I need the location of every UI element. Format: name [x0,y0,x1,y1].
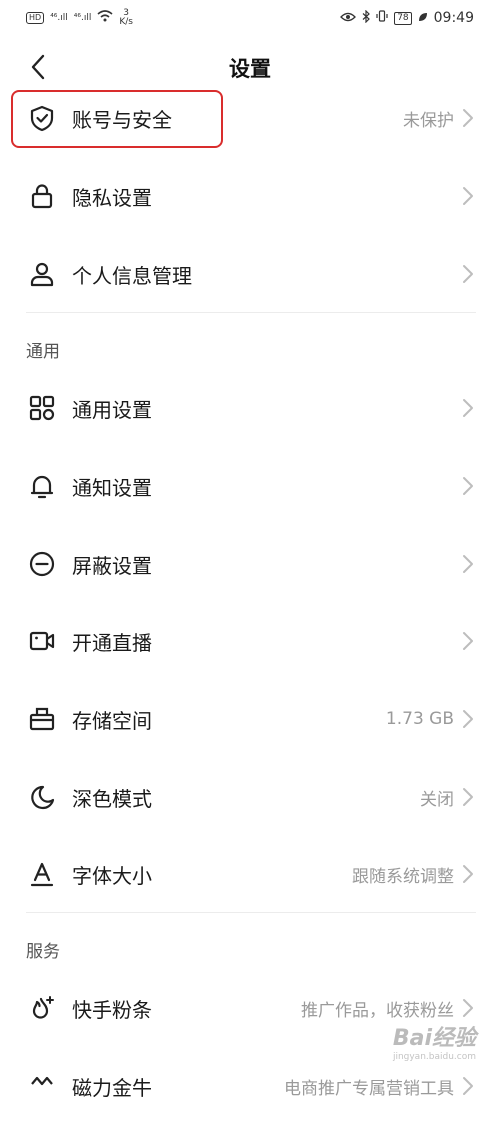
settings-item-value: 关闭 [420,789,454,810]
wifi-icon [97,10,113,26]
settings-item-label: 深色模式 [72,786,152,811]
settings-item-label: 字体大小 [72,863,152,888]
page-title: 设置 [229,57,271,81]
status-right: 78 09:49 [340,9,474,27]
bluetooth-icon [362,9,371,27]
chevron-right-icon [463,399,473,417]
settings-item-label: 磁力金牛 [72,1075,152,1100]
settings-item-personal-info[interactable]: 个人信息管理 [0,239,500,309]
settings-item-value: 跟随系统调整 [352,866,454,887]
leaf-icon [418,11,428,26]
settings-item-font-size[interactable]: 字体大小 跟随系统调整 [0,839,500,909]
user-icon [30,262,54,287]
flame-plus-icon [32,996,54,1019]
section-title-services: 服务 [26,942,60,962]
chevron-right-icon [463,109,473,127]
settings-item-notifications[interactable]: 通知设置 [0,451,500,521]
moon-icon [31,785,55,810]
chevron-right-icon [463,999,473,1017]
signal-icon: ⁴⁶.ıll [73,13,92,23]
bell-icon [30,475,54,499]
network-speed-unit: K/s [119,17,133,27]
hd-badge: HD [26,12,45,24]
lock-icon [31,184,53,209]
font-size-icon [30,862,54,887]
back-button[interactable] [24,52,54,82]
network-speed: 3 K/s [119,9,133,27]
settings-item-value: 推广作品，收获粉丝 [301,1000,454,1021]
settings-item-dark-mode[interactable]: 深色模式 关闭 [0,762,500,832]
settings-item-label: 快手粉条 [72,997,152,1022]
settings-item-label: 隐私设置 [72,185,152,210]
grid-icon [29,395,55,421]
status-left: HD ⁴⁶.ıll ⁴⁶.ıll 3 K/s [26,9,133,27]
chevron-right-icon [463,187,473,205]
settings-item-label: 存储空间 [72,708,152,733]
status-bar: HD ⁴⁶.ıll ⁴⁶.ıll 3 K/s 78 09:49 [0,0,500,36]
settings-item-privacy[interactable]: 隐私设置 [0,161,500,231]
clock: 09:49 [433,10,474,26]
settings-item-general[interactable]: 通用设置 [0,373,500,443]
battery-indicator: 78 [394,11,412,25]
chevron-right-icon [463,632,473,650]
settings-item-value: 电商推广专属营销工具 [284,1078,454,1099]
settings-item-storage[interactable]: 存储空间 1.73 GB [0,684,500,754]
settings-item-value: 1.73 GB [385,709,454,729]
settings-item-live[interactable]: 开通直播 [0,606,500,676]
eye-icon [340,11,357,26]
settings-item-label: 通用设置 [72,397,152,422]
chevron-left-icon [31,54,45,80]
chevron-right-icon [463,710,473,728]
highlight-box [11,90,223,148]
vibrate-icon [376,10,388,26]
settings-item-label: 屏蔽设置 [72,553,152,578]
chevron-right-icon [463,477,473,495]
minus-circle-icon [29,551,55,577]
chevron-right-icon [463,555,473,573]
settings-item-label: 个人信息管理 [72,263,192,288]
video-camera-icon [29,631,55,651]
settings-item-block[interactable]: 屏蔽设置 [0,529,500,599]
divider [26,312,476,313]
settings-item-label: 通知设置 [72,475,152,500]
section-title-general: 通用 [26,342,60,362]
divider [26,912,476,913]
chevron-right-icon [463,865,473,883]
watermark-logo: Bai经验 jingyan.baidu.com [393,1020,476,1062]
signal-icon: ⁴⁶.ıll [50,13,68,23]
chevron-right-icon [463,265,473,283]
watermark-subtext: jingyan.baidu.com [392,1052,476,1062]
chevron-right-icon [463,1077,473,1095]
storage-box-icon [29,707,55,731]
chevron-right-icon [463,788,473,806]
watermark-text: Bai经验 [392,1026,476,1051]
settings-item-label: 开通直播 [72,630,152,655]
settings-item-value: 未保护 [403,110,454,131]
bull-icon [31,1076,53,1086]
